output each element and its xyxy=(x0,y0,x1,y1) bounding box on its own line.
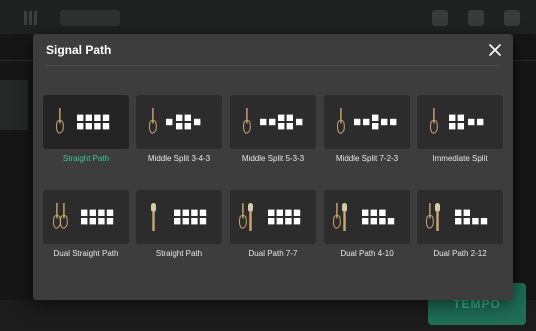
signal-path-diagram xyxy=(324,190,410,244)
signal-path-label: Middle Split 5-3-3 xyxy=(241,154,305,163)
tuner-icon[interactable] xyxy=(432,10,448,26)
signal-path-diagram xyxy=(136,190,222,244)
signal-path-label: Straight Path xyxy=(62,154,110,163)
signal-path-diagram xyxy=(43,190,129,244)
signal-path-option[interactable]: Middle Split 5-3-3 xyxy=(230,95,316,163)
preset-selector[interactable] xyxy=(60,10,120,26)
app-grid-icon[interactable] xyxy=(24,11,38,25)
guitar-mic-icon xyxy=(426,203,488,231)
save-icon[interactable] xyxy=(468,10,484,26)
signal-path-option[interactable]: Middle Split 3-4-3 xyxy=(136,95,222,163)
signal-path-option[interactable]: Dual Path 7-7 xyxy=(230,190,316,258)
guitar-mic-icon xyxy=(333,203,395,231)
signal-path-diagram xyxy=(417,190,503,244)
signal-path-label: Dual Path 4-10 xyxy=(340,249,394,258)
signal-path-label: Dual Straight Path xyxy=(53,249,119,258)
signal-path-modal: Signal Path Straight Path Middle Split 3-… xyxy=(33,34,513,300)
signal-path-label: Dual Path 7-7 xyxy=(248,249,298,258)
guitar-icon xyxy=(430,108,484,134)
guitar-mic-icon xyxy=(239,203,301,231)
signal-path-grid: Straight Path Middle Split 3-4-3 Middle Sp… xyxy=(33,34,513,300)
guitar-icon xyxy=(56,108,110,134)
signal-path-option[interactable]: Middle Split 7-2-3 xyxy=(324,95,410,163)
signal-path-label: Straight Path xyxy=(155,249,203,258)
signal-path-diagram xyxy=(417,95,503,149)
signal-path-diagram xyxy=(230,190,316,244)
signal-path-label: Middle Split 3-4-3 xyxy=(147,154,211,163)
signal-path-option[interactable]: Dual Path 2-12 xyxy=(417,190,503,258)
signal-path-diagram xyxy=(43,95,129,149)
bg-side-panel xyxy=(0,80,28,130)
signal-path-label: Immediate Split xyxy=(432,154,488,163)
settings-icon[interactable] xyxy=(504,10,520,26)
signal-path-option[interactable]: Immediate Split xyxy=(417,95,503,163)
signal-path-diagram xyxy=(136,95,222,149)
signal-path-option[interactable]: Dual Straight Path xyxy=(43,190,129,258)
mic-icon xyxy=(151,203,207,231)
signal-path-label: Middle Split 7-2-3 xyxy=(335,154,399,163)
app-topbar xyxy=(0,0,536,34)
signal-path-option[interactable]: Straight Path xyxy=(43,95,129,163)
guitar-icon xyxy=(243,108,303,134)
signal-path-label: Dual Path 2-12 xyxy=(433,249,487,258)
signal-path-option[interactable]: Straight Path xyxy=(136,190,222,258)
guitar-icon xyxy=(337,108,397,134)
signal-path-option[interactable]: Dual Path 4-10 xyxy=(324,190,410,258)
guitar-icon xyxy=(149,108,201,134)
signal-path-diagram xyxy=(324,95,410,149)
signal-path-diagram xyxy=(230,95,316,149)
guitar-icon xyxy=(53,203,114,229)
